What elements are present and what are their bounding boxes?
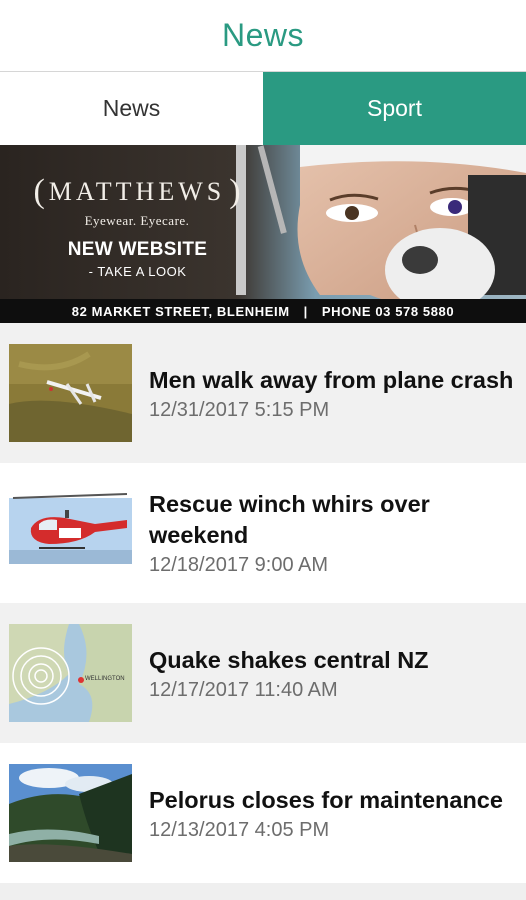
promo-text: NEW WEBSITE - TAKE A LOOK [60,239,215,279]
list-item[interactable]: Men walk away from plane crash 12/31/201… [0,323,526,463]
tab-sport[interactable]: Sport [263,72,526,145]
ad-address: 82 MARKET STREET, BLENHEIM [71,303,290,319]
plane-crash-thumbnail [9,344,132,442]
ad-background-image [0,145,526,323]
article-headline: Rescue winch whirs over weekend [149,491,430,548]
page-title: News [221,17,304,53]
tab-bar: News Sport [0,72,526,145]
quake-map-thumbnail: WELLINGTON [9,624,132,722]
ad-phone: PHONE 03 578 5880 [321,303,455,319]
advertisement-banner[interactable]: ( MATTHEWS ) Eyewear. Eyecare. NEW WEBSI… [0,145,526,323]
rescue-helicopter-thumbnail [9,484,132,582]
article-date: 12/17/2017 11:40 AM [149,678,338,701]
list-item[interactable]: WELLINGTON Quake shakes central NZ 12/17… [0,603,526,743]
ad-footer: 82 MARKET STREET, BLENHEIM | PHONE 03 57… [0,299,526,323]
article-date: 12/18/2017 9:00 AM [149,554,329,576]
article-headline: Men walk away from plane crash [149,366,514,393]
app-header: News [0,0,526,72]
brand-name: MATTHEWS [48,177,226,206]
article-date: 12/13/2017 4:05 PM [149,818,330,841]
brand-tagline: Eyewear. Eyecare. [84,213,190,228]
matthews-logo: ( MATTHEWS ) Eyewear. Eyecare. [22,173,252,229]
list-item[interactable]: Pelorus closes for maintenance 12/13/201… [0,743,526,883]
article-headline: Quake shakes central NZ [149,646,429,673]
article-date: 12/31/2017 5:15 PM [149,398,330,421]
map-city-label: WELLINGTON [85,676,125,682]
article-headline: Pelorus closes for maintenance [149,786,503,813]
tab-news[interactable]: News [0,72,263,145]
promo-subtitle: - TAKE A LOOK [88,264,187,279]
article-list: Men walk away from plane crash 12/31/201… [0,323,526,883]
list-item[interactable]: Rescue winch whirs over weekend 12/18/20… [0,463,526,603]
pelorus-river-thumbnail [9,764,132,862]
promo-title: NEW WEBSITE [67,239,208,260]
